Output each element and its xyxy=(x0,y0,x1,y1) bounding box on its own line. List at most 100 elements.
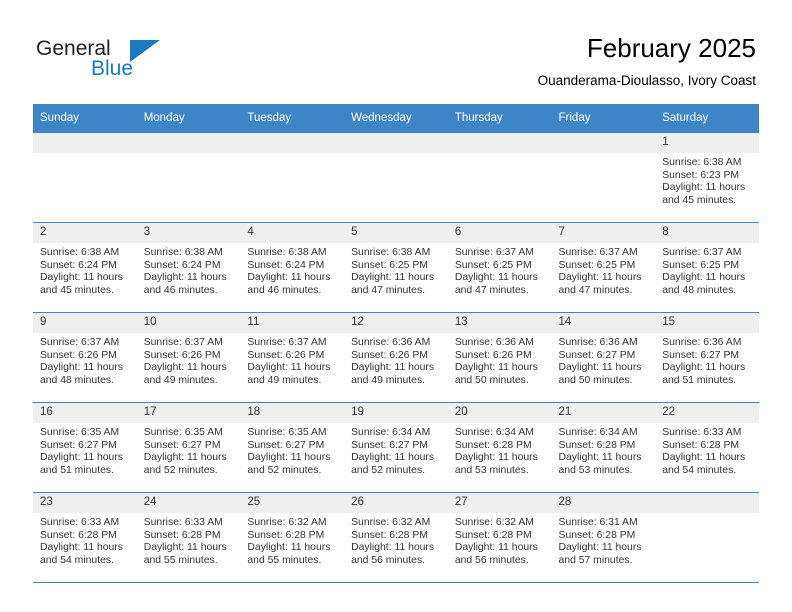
day-number: 9 xyxy=(33,313,137,333)
calendar-day-cell[interactable]: 1 Sunrise: 6:38 AM Sunset: 6:23 PM Daylight… xyxy=(655,132,759,223)
calendar-day-cell[interactable]: 15 Sunrise: 6:36 AM Sunset: 6:27 PM Dayligh… xyxy=(655,312,759,403)
calendar-day-cell[interactable]: 23 Sunrise: 6:33 AM Sunset: 6:28 PM Dayligh… xyxy=(33,492,137,583)
sunset-time: Sunset: 6:26 PM xyxy=(247,349,325,361)
sunset-time: Sunset: 6:27 PM xyxy=(40,439,117,451)
calendar-day-cell[interactable]: 9 Sunrise: 6:37 AM Sunset: 6:26 PM Daylight… xyxy=(33,312,137,403)
daylight-duration-line1: Daylight: 11 hours xyxy=(454,452,538,464)
calendar-day-cell[interactable]: 19 Sunrise: 6:34 AM Sunset: 6:27 PM Dayligh… xyxy=(344,402,448,493)
sunset-time: Sunset: 6:28 PM xyxy=(454,529,532,541)
calendar-day-cell[interactable]: 26 Sunrise: 6:32 AM Sunset: 6:28 PM Dayligh… xyxy=(344,492,448,583)
calendar-day-cell[interactable]: 7 Sunrise: 6:37 AM Sunset: 6:25 PM Daylight… xyxy=(551,222,656,313)
day-details: Sunrise: 6:36 AM Sunset: 6:27 PM Daylight:… xyxy=(552,333,656,387)
daylight-duration-line1: Daylight: 11 hours xyxy=(40,362,123,374)
day-details: Sunrise: 6:38 AM Sunset: 6:25 PM Daylight:… xyxy=(344,243,448,297)
daylight-duration-line2: and 51 minutes. xyxy=(40,464,114,476)
sunrise-time: Sunrise: 6:37 AM xyxy=(40,337,120,348)
day-number: 16 xyxy=(33,403,137,423)
calendar-day-cell[interactable]: 22 Sunrise: 6:33 AM Sunset: 6:28 PM Dayligh… xyxy=(655,402,759,493)
day-number: 11 xyxy=(240,313,345,333)
calendar-day-cell[interactable]: 3 Sunrise: 6:38 AM Sunset: 6:24 PM Daylight… xyxy=(136,222,241,313)
day-number xyxy=(240,133,345,153)
calendar-day-cell[interactable]: 10 Sunrise: 6:37 AM Sunset: 6:26 PM Dayligh… xyxy=(136,312,241,403)
calendar-header-row: Sunday Monday Tuesday Wednesday Thursday Frid… xyxy=(33,104,759,133)
day-details: Sunrise: 6:37 AM Sunset: 6:25 PM Daylight:… xyxy=(655,243,759,297)
calendar-day-cell[interactable]: 27 Sunrise: 6:32 AM Sunset: 6:28 PM Dayligh… xyxy=(447,492,552,583)
day-number: 5 xyxy=(344,223,448,243)
daylight-duration-line2: and 50 minutes. xyxy=(558,374,633,386)
calendar-day-cell[interactable]: 28 Sunrise: 6:31 AM Sunset: 6:28 PM Dayligh… xyxy=(551,492,656,583)
day-number: 27 xyxy=(447,493,552,513)
daylight-duration-line1: Daylight: 11 hours xyxy=(558,542,642,554)
daylight-duration-line2: and 51 minutes. xyxy=(662,374,737,386)
calendar-day-cell[interactable]: 24 Sunrise: 6:33 AM Sunset: 6:28 PM Dayligh… xyxy=(136,492,241,583)
calendar-day-cell[interactable]: 4 Sunrise: 6:38 AM Sunset: 6:24 PM Daylight… xyxy=(240,222,345,313)
day-number: 12 xyxy=(344,313,448,333)
day-details: Sunrise: 6:37 AM Sunset: 6:25 PM Daylight:… xyxy=(448,243,552,297)
sunrise-time: Sunrise: 6:35 AM xyxy=(247,427,327,438)
day-details: Sunrise: 6:38 AM Sunset: 6:23 PM Daylight:… xyxy=(655,153,759,207)
day-number xyxy=(551,133,656,153)
day-details: Sunrise: 6:37 AM Sunset: 6:26 PM Daylight:… xyxy=(33,333,137,387)
sunset-time: Sunset: 6:25 PM xyxy=(558,259,636,271)
sunset-time: Sunset: 6:26 PM xyxy=(143,349,221,361)
day-number: 14 xyxy=(551,313,656,333)
sunset-time: Sunset: 6:28 PM xyxy=(247,529,325,541)
day-details: Sunrise: 6:34 AM Sunset: 6:27 PM Daylight:… xyxy=(344,423,448,477)
calendar-day-cell[interactable]: 18 Sunrise: 6:35 AM Sunset: 6:27 PM Dayligh… xyxy=(240,402,345,493)
calendar-day-cell[interactable]: 12 Sunrise: 6:36 AM Sunset: 6:26 PM Dayligh… xyxy=(344,312,448,403)
calendar-day-cell[interactable]: 14 Sunrise: 6:36 AM Sunset: 6:27 PM Dayligh… xyxy=(551,312,656,403)
daylight-duration-line1: Daylight: 11 hours xyxy=(351,362,435,374)
sunrise-time: Sunrise: 6:38 AM xyxy=(662,157,742,168)
sunset-time: Sunset: 6:24 PM xyxy=(247,259,325,271)
daylight-duration-line1: Daylight: 11 hours xyxy=(247,272,331,284)
calendar-day-cell[interactable]: 25 Sunrise: 6:32 AM Sunset: 6:28 PM Dayligh… xyxy=(240,492,345,583)
weekday-header-tuesday: Tuesday xyxy=(240,104,345,133)
calendar-day-cell[interactable]: 2 Sunrise: 6:38 AM Sunset: 6:24 PM Daylight… xyxy=(33,222,137,313)
daylight-duration-line1: Daylight: 11 hours xyxy=(662,272,746,284)
calendar-page: General Blue February 2025 Ouanderama-Di… xyxy=(0,0,792,612)
sunset-time: Sunset: 6:28 PM xyxy=(558,439,636,451)
day-details: Sunrise: 6:32 AM Sunset: 6:28 PM Daylight:… xyxy=(344,513,448,567)
sunset-time: Sunset: 6:24 PM xyxy=(143,259,221,271)
daylight-duration-line2: and 49 minutes. xyxy=(351,374,426,386)
calendar-day-cell[interactable]: 17 Sunrise: 6:35 AM Sunset: 6:27 PM Dayligh… xyxy=(136,402,241,493)
daylight-duration-line2: and 52 minutes. xyxy=(351,464,426,476)
daylight-duration-line2: and 47 minutes. xyxy=(558,284,633,296)
general-blue-logo[interactable]: General Blue xyxy=(36,38,256,86)
daylight-duration-line1: Daylight: 11 hours xyxy=(454,542,538,554)
day-number: 6 xyxy=(447,223,552,243)
daylight-duration-line1: Daylight: 11 hours xyxy=(247,362,331,374)
calendar-day-cell[interactable]: 5 Sunrise: 6:38 AM Sunset: 6:25 PM Daylight… xyxy=(344,222,448,313)
calendar-day-cell[interactable]: 13 Sunrise: 6:36 AM Sunset: 6:26 PM Dayligh… xyxy=(447,312,552,403)
calendar-day-cell[interactable]: 6 Sunrise: 6:37 AM Sunset: 6:25 PM Daylight… xyxy=(447,222,552,313)
day-number: 21 xyxy=(551,403,656,423)
sunrise-time: Sunrise: 6:32 AM xyxy=(247,517,327,528)
day-details: Sunrise: 6:31 AM Sunset: 6:28 PM Daylight:… xyxy=(552,513,656,567)
calendar-week-row: 23 Sunrise: 6:33 AM Sunset: 6:28 PM Dayligh… xyxy=(33,492,759,583)
day-details: Sunrise: 6:33 AM Sunset: 6:28 PM Daylight:… xyxy=(655,423,759,477)
sunset-time: Sunset: 6:28 PM xyxy=(558,529,636,541)
sunset-time: Sunset: 6:27 PM xyxy=(351,439,428,451)
calendar-day-cell[interactable]: 8 Sunrise: 6:37 AM Sunset: 6:25 PM Daylight… xyxy=(655,222,759,313)
day-number: 22 xyxy=(655,403,759,423)
day-details: Sunrise: 6:36 AM Sunset: 6:26 PM Daylight:… xyxy=(448,333,552,387)
daylight-duration-line2: and 55 minutes. xyxy=(143,554,218,566)
sunset-time: Sunset: 6:27 PM xyxy=(247,439,325,451)
day-number: 10 xyxy=(136,313,241,333)
daylight-duration-line1: Daylight: 11 hours xyxy=(351,452,435,464)
day-number xyxy=(655,493,759,513)
sunrise-time: Sunrise: 6:34 AM xyxy=(454,427,534,438)
calendar-day-cell[interactable]: 20 Sunrise: 6:34 AM Sunset: 6:28 PM Dayligh… xyxy=(447,402,552,493)
calendar-grid: Sunday Monday Tuesday Wednesday Thursday Frid… xyxy=(33,104,759,583)
calendar-day-cell[interactable]: 21 Sunrise: 6:34 AM Sunset: 6:28 PM Dayligh… xyxy=(551,402,656,493)
sunset-time: Sunset: 6:28 PM xyxy=(40,529,117,541)
day-number xyxy=(33,133,137,153)
day-number: 4 xyxy=(240,223,345,243)
calendar-day-cell[interactable]: 16 Sunrise: 6:35 AM Sunset: 6:27 PM Dayligh… xyxy=(33,402,137,493)
sunset-time: Sunset: 6:26 PM xyxy=(454,349,532,361)
sunrise-time: Sunrise: 6:37 AM xyxy=(662,247,742,258)
daylight-duration-line1: Daylight: 11 hours xyxy=(40,272,123,284)
sunrise-time: Sunrise: 6:38 AM xyxy=(143,247,223,258)
calendar-week-row: 16 Sunrise: 6:35 AM Sunset: 6:27 PM Dayligh… xyxy=(33,402,759,493)
calendar-day-cell[interactable]: 11 Sunrise: 6:37 AM Sunset: 6:26 PM Dayligh… xyxy=(240,312,345,403)
